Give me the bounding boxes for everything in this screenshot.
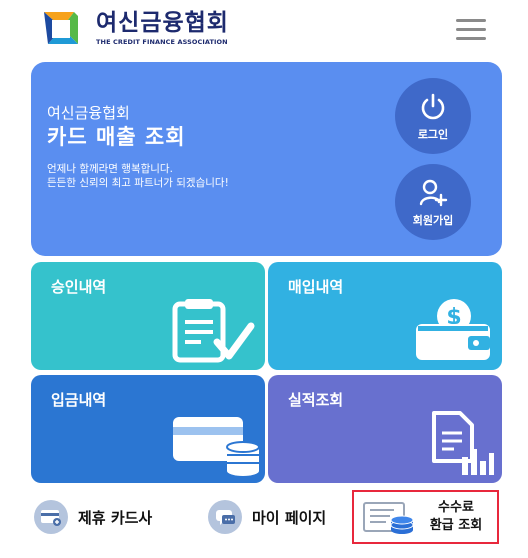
- document-chart-icon: [432, 411, 494, 475]
- tile-deposit-history[interactable]: 입금내역: [31, 375, 265, 483]
- document-coins-icon: [363, 502, 414, 534]
- fee-refund-inquiry-button[interactable]: 수수료 환급 조회: [352, 490, 499, 544]
- card-icon: [34, 500, 68, 534]
- wallet-dollar-icon: $: [416, 299, 490, 360]
- tile-approval-history[interactable]: 승인내역: [31, 262, 265, 370]
- join-button[interactable]: 회원가입: [395, 164, 471, 240]
- hero-banner: 여신금융협회 카드 매출 조회 언제나 함께라면 행복합니다. 든든한 신뢰의 …: [31, 62, 502, 256]
- brand-subtitle: THE CREDIT FINANCE ASSOCIATION: [96, 38, 228, 46]
- add-user-icon: [419, 179, 448, 207]
- brand-name: 여신금융협회: [96, 10, 229, 36]
- hero-title: 카드 매출 조회: [47, 125, 186, 149]
- tile-approval-label: 승인내역: [51, 278, 107, 296]
- tile-purchase-history[interactable]: 매입내역 $: [268, 262, 502, 370]
- hero-org: 여신금융협회: [47, 104, 130, 122]
- brand-logo-icon[interactable]: [40, 8, 82, 50]
- hero-desc-line-1: 언제나 함께라면 행복합니다.: [47, 163, 173, 175]
- hamburger-icon[interactable]: [456, 19, 486, 41]
- power-icon: [421, 93, 445, 120]
- tile-purchase-label: 매입내역: [288, 278, 344, 296]
- tile-deposit-label: 입금내역: [51, 391, 107, 409]
- chat-icon: [208, 500, 242, 534]
- my-page-label: 마이 페이지: [252, 508, 327, 527]
- app-header: 여신금융협회 THE CREDIT FINANCE ASSOCIATION: [0, 0, 528, 58]
- fee-refund-line-1: 수수료: [438, 500, 474, 515]
- my-page-button[interactable]: 마이 페이지: [208, 500, 326, 534]
- join-label: 회원가입: [412, 214, 454, 227]
- hero-desc-line-2: 든든한 신뢰의 최고 파트너가 되겠습니다!: [47, 177, 229, 189]
- card-coins-icon: [173, 417, 260, 476]
- partner-card-button[interactable]: 제휴 카드사: [34, 500, 152, 534]
- fee-refund-label: 수수료 환급 조회: [418, 499, 494, 535]
- partner-card-label: 제휴 카드사: [78, 508, 153, 527]
- tile-performance-inquiry[interactable]: 실적조회: [268, 375, 502, 483]
- login-label: 로그인: [417, 128, 449, 141]
- fee-refund-line-2: 환급 조회: [429, 518, 483, 533]
- tile-performance-label: 실적조회: [288, 391, 344, 409]
- login-button[interactable]: 로그인: [395, 78, 471, 154]
- clipboard-check-icon: [172, 299, 255, 363]
- brand-text[interactable]: 여신금융협회 THE CREDIT FINANCE ASSOCIATION: [96, 9, 229, 46]
- hero-description: 언제나 함께라면 행복합니다. 든든한 신뢰의 최고 파트너가 되겠습니다!: [47, 162, 229, 190]
